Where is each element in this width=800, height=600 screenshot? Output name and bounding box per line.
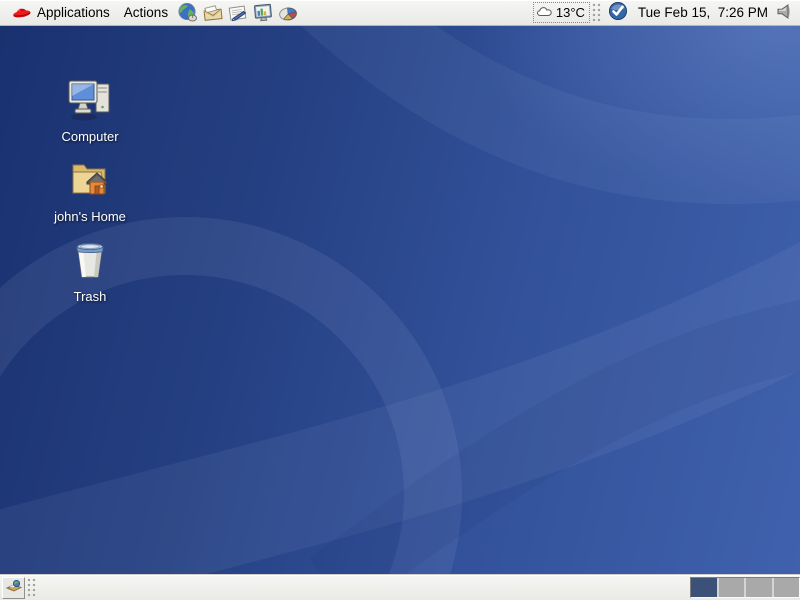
impress-icon xyxy=(252,2,274,23)
weather-applet[interactable]: 13°C xyxy=(533,2,590,23)
volume-applet[interactable] xyxy=(774,3,795,23)
email-launcher[interactable] xyxy=(200,1,225,25)
spreadsheet-launcher[interactable] xyxy=(275,1,300,25)
calc-icon xyxy=(277,3,299,23)
web-browser-icon xyxy=(177,2,198,23)
computer-icon xyxy=(67,78,113,125)
cloud-icon xyxy=(536,4,554,21)
applications-menu[interactable]: Applications xyxy=(5,1,117,25)
clock[interactable]: Tue Feb 15, 7:26 PM xyxy=(632,5,774,20)
trash-icon xyxy=(67,238,113,285)
check-circle-icon xyxy=(608,1,628,24)
workspace-switcher xyxy=(690,577,800,598)
workspace-2[interactable] xyxy=(719,578,745,597)
desktop-icon-computer[interactable]: Computer xyxy=(40,78,140,144)
actions-menu[interactable]: Actions xyxy=(117,1,175,25)
weather-temperature: 13°C xyxy=(556,5,585,20)
redhat-icon xyxy=(12,4,31,22)
workspace-3[interactable] xyxy=(746,578,772,597)
workspace-1[interactable] xyxy=(691,578,717,597)
bottom-panel xyxy=(0,574,800,600)
home-folder-icon xyxy=(67,158,113,205)
actions-menu-label: Actions xyxy=(124,5,168,20)
gnome-desktop-screen: Applications Actions xyxy=(0,0,800,600)
desktop-icon-home[interactable]: john's Home xyxy=(40,158,140,224)
update-notification-applet[interactable] xyxy=(604,1,632,24)
desktop-icon-label: Trash xyxy=(74,290,107,304)
speaker-icon xyxy=(776,3,792,23)
email-icon xyxy=(202,3,224,23)
word-processor-launcher[interactable] xyxy=(225,1,250,25)
panel-handle[interactable] xyxy=(592,2,602,23)
writer-icon xyxy=(227,3,249,23)
desktop-icon-trash[interactable]: Trash xyxy=(40,238,140,304)
web-browser-launcher[interactable] xyxy=(175,1,200,25)
applications-menu-label: Applications xyxy=(37,5,110,20)
desktop-icon-label: Computer xyxy=(61,130,118,144)
panel-handle[interactable] xyxy=(27,577,37,598)
desktop[interactable]: Computer john's Home xyxy=(0,26,800,574)
show-desktop-icon xyxy=(5,578,23,597)
presentation-launcher[interactable] xyxy=(250,1,275,25)
show-desktop-button[interactable] xyxy=(2,577,25,599)
workspace-4[interactable] xyxy=(774,578,800,597)
top-panel: Applications Actions xyxy=(0,0,800,26)
desktop-icon-label: john's Home xyxy=(54,210,126,224)
